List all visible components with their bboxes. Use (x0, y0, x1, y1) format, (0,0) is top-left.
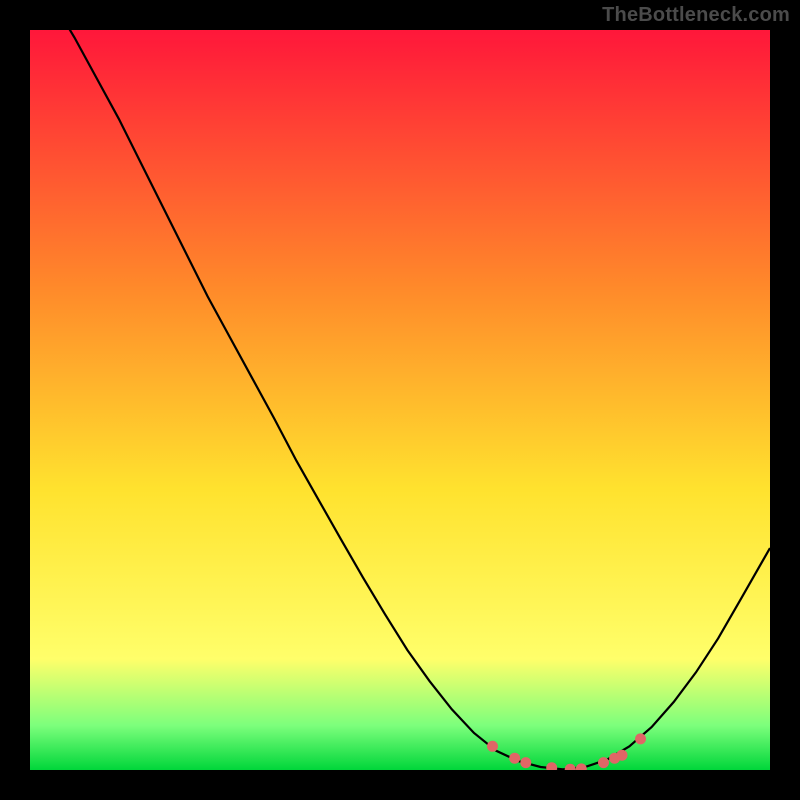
curve-dot (487, 741, 498, 752)
watermark-text: TheBottleneck.com (602, 4, 790, 27)
curve-dot (617, 750, 628, 761)
curve-dot (509, 753, 520, 764)
curve-dot (520, 757, 531, 768)
curve-dot (598, 757, 609, 768)
chart-plot-area (30, 30, 770, 770)
gradient-background (30, 30, 770, 770)
curve-dot (635, 733, 646, 744)
chart-svg (30, 30, 770, 770)
chart-frame: TheBottleneck.com (0, 0, 800, 800)
